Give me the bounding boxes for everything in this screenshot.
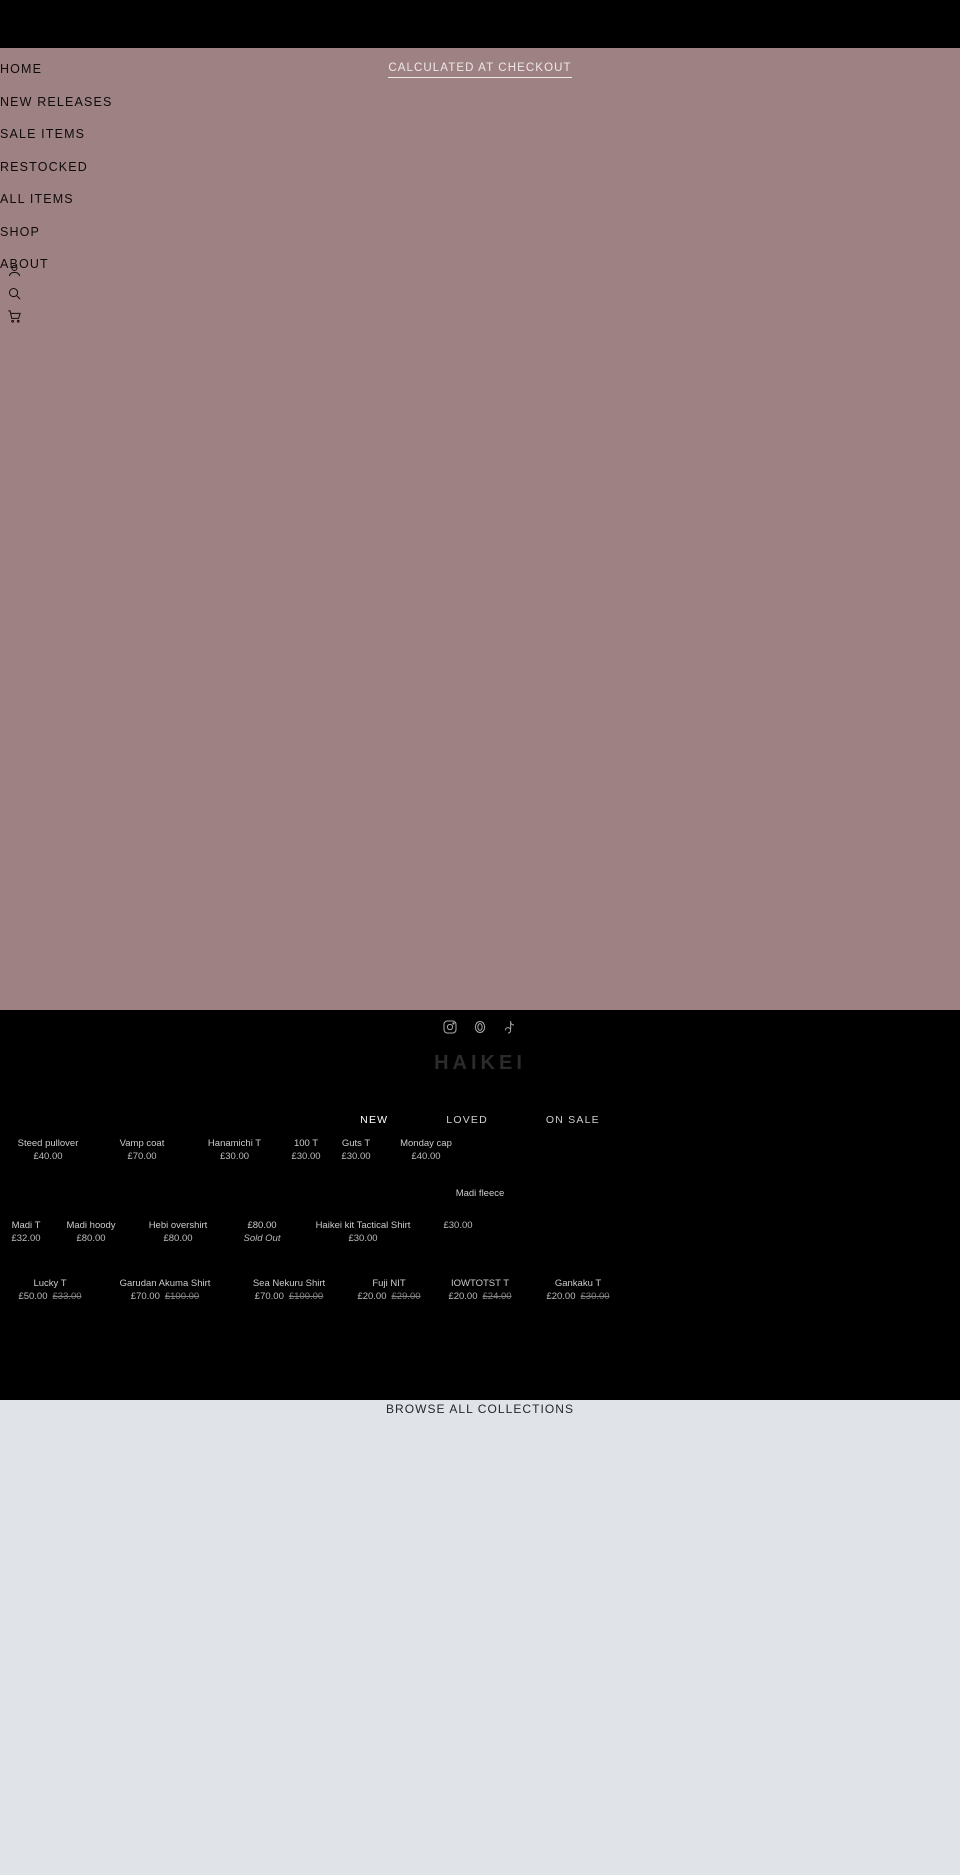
product-title: IOWTOTST T	[450, 1278, 510, 1289]
nav-item-restocked[interactable]: RESTOCKED	[0, 151, 520, 184]
product-price: £30.00	[341, 1150, 371, 1162]
product-price: £30.00	[219, 1150, 250, 1162]
featured-products-section: HAIKEI NEW LOVED ON SALE Steed pullover …	[0, 1010, 960, 1400]
product-title: Guts T	[341, 1138, 371, 1149]
product-card[interactable]: Fuji NIT £20.00 £29.00	[348, 1278, 430, 1304]
product-card[interactable]: IOWTOTST T £20.00 £24.00	[430, 1278, 530, 1304]
product-title: Madi T	[11, 1220, 41, 1231]
product-price-current: £70.00	[130, 1290, 160, 1302]
product-title: Gankaku T	[554, 1278, 602, 1289]
product-price-current: £70.00	[254, 1290, 284, 1302]
product-card[interactable]: Gankaku T £20.00 £30.00	[530, 1278, 626, 1304]
nav-item-new-releases[interactable]: NEW RELEASES	[0, 86, 520, 119]
product-price-was: £33.00	[52, 1290, 82, 1302]
tab-loved[interactable]: LOVED	[446, 1114, 488, 1126]
product-card[interactable]: Vamp coat £70.00	[96, 1138, 188, 1164]
product-title: Vamp coat	[119, 1138, 165, 1149]
product-card[interactable]: £30.00	[428, 1220, 488, 1233]
product-sold-out-badge: Sold Out	[243, 1232, 281, 1244]
product-title: Monday cap	[400, 1138, 452, 1149]
product-price: £20.00 £30.00	[534, 1291, 622, 1304]
browse-all-collections-button[interactable]: BROWSE ALL COLLECTIONS	[386, 1402, 574, 1416]
product-price-was: £100.00	[164, 1290, 200, 1302]
product-row: Lucky T £50.00 £33.00 Garudan Akuma Shirt…	[0, 1278, 960, 1322]
product-title: £80.00	[247, 1220, 277, 1231]
product-title: Madi hoody	[66, 1220, 116, 1231]
product-price: £30.00	[291, 1150, 321, 1162]
nav-item-all-items[interactable]: ALL ITEMS	[0, 183, 520, 216]
product-card[interactable]: £80.00 Sold Out	[226, 1220, 298, 1246]
product-title: Lucky T	[33, 1278, 67, 1289]
tiktok-icon[interactable]	[502, 1019, 518, 1035]
nav-item-sale-items[interactable]: SALE ITEMS	[0, 118, 520, 151]
product-filter-tabs: NEW LOVED ON SALE	[0, 1114, 960, 1126]
top-bar	[0, 0, 960, 48]
tab-new[interactable]: NEW	[360, 1114, 388, 1126]
product-price: £80.00	[163, 1232, 193, 1244]
social-links	[0, 1019, 960, 1035]
product-card[interactable]: Monday cap £40.00	[381, 1138, 471, 1164]
product-price-was: £100.00	[288, 1290, 324, 1302]
product-row-header: Madi fleece	[0, 1188, 960, 1210]
product-card[interactable]: Madi hoody £80.00	[52, 1220, 130, 1246]
product-price: £70.00	[127, 1150, 157, 1162]
product-price: £20.00 £29.00	[352, 1291, 426, 1304]
product-price: £40.00	[411, 1150, 441, 1162]
nav-item-about[interactable]: ABOUT	[0, 248, 520, 281]
product-price: £30.00	[348, 1232, 378, 1244]
product-row: Madi T £32.00 Madi hoody £80.00 Hebi ove…	[0, 1220, 960, 1260]
navigation-menu-overlay: HOME NEW RELEASES SALE ITEMS RESTOCKED A…	[0, 48, 960, 1010]
tab-on-sale[interactable]: ON SALE	[546, 1114, 600, 1126]
product-card[interactable]: Steed pullover £40.00	[0, 1138, 96, 1164]
cart-icon[interactable]	[0, 309, 24, 331]
product-price-current: £20.00	[448, 1290, 478, 1302]
product-title: Hebi overshirt	[148, 1220, 208, 1231]
product-title: Garudan Akuma Shirt	[119, 1278, 211, 1289]
product-card[interactable]: Garudan Akuma Shirt £70.00 £100.00	[100, 1278, 230, 1304]
product-price-was: £30.00	[580, 1290, 610, 1302]
product-price-current: £50.00	[18, 1290, 48, 1302]
product-title: Madi fleece	[455, 1188, 505, 1199]
shipping-note-text: CALCULATED AT CHECKOUT	[388, 62, 572, 78]
product-title: Hanamichi T	[207, 1138, 262, 1149]
product-row: Steed pullover £40.00 Vamp coat £70.00 H…	[0, 1138, 960, 1178]
product-price: £30.00	[443, 1220, 473, 1231]
instagram-icon[interactable]	[442, 1019, 458, 1035]
product-card[interactable]: Guts T £30.00	[331, 1138, 381, 1164]
shipping-note: CALCULATED AT CHECKOUT	[330, 58, 630, 78]
product-card[interactable]: Haikei kit Tactical Shirt £30.00	[298, 1220, 428, 1246]
product-price: £40.00	[33, 1150, 63, 1162]
product-title: Haikei kit Tactical Shirt	[315, 1220, 411, 1231]
discord-icon[interactable]	[472, 1019, 488, 1035]
product-title: Fuji NIT	[372, 1278, 406, 1289]
nav-item-shop[interactable]: SHOP	[0, 216, 520, 249]
product-title: 100 T	[293, 1138, 319, 1149]
main-navigation: HOME NEW RELEASES SALE ITEMS RESTOCKED A…	[0, 48, 520, 281]
menu-icon-group	[0, 263, 60, 332]
product-price: £70.00 £100.00	[234, 1291, 344, 1304]
product-price: £50.00 £33.00	[4, 1291, 96, 1304]
product-price: £80.00	[76, 1232, 106, 1244]
product-price-current: £20.00	[546, 1290, 576, 1302]
product-title: Steed pullover	[17, 1138, 79, 1149]
product-card[interactable]: Hanamichi T £30.00	[188, 1138, 281, 1164]
product-card[interactable]: Madi T £32.00	[0, 1220, 52, 1246]
account-icon[interactable]	[0, 263, 24, 285]
brand-logo: HAIKEI	[434, 1052, 526, 1074]
product-grid: Steed pullover £40.00 Vamp coat £70.00 H…	[0, 1138, 960, 1332]
search-icon[interactable]	[0, 286, 24, 308]
product-title: Sea Nekuru Shirt	[252, 1278, 326, 1289]
product-price: £70.00 £100.00	[104, 1291, 226, 1304]
collections-section: BROWSE ALL COLLECTIONS	[0, 1400, 960, 1875]
product-card[interactable]: Lucky T £50.00 £33.00	[0, 1278, 100, 1304]
product-card[interactable]: 100 T £30.00	[281, 1138, 331, 1164]
product-card[interactable]: Sea Nekuru Shirt £70.00 £100.00	[230, 1278, 348, 1304]
product-card[interactable]: Hebi overshirt £80.00	[130, 1220, 226, 1246]
product-price-current: £20.00	[357, 1290, 387, 1302]
product-price: £32.00	[11, 1232, 41, 1244]
product-price-was: £24.00	[482, 1290, 512, 1302]
browse-all-collections: BROWSE ALL COLLECTIONS	[0, 1400, 960, 1418]
product-price-was: £29.00	[391, 1290, 421, 1302]
product-price: £20.00 £24.00	[434, 1291, 526, 1304]
